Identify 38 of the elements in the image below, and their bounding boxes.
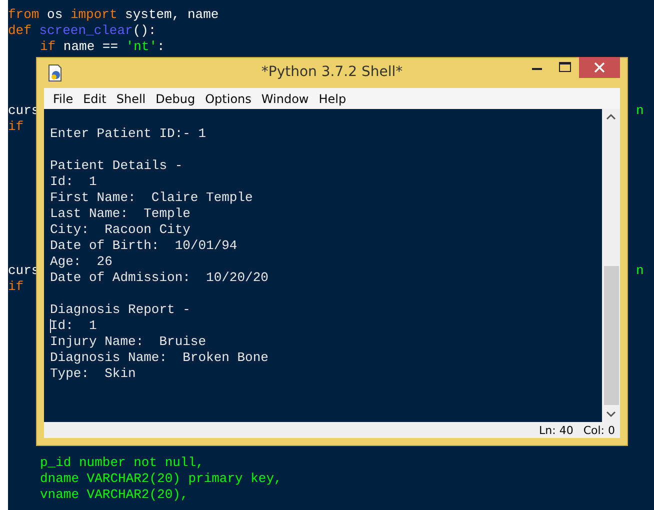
menu-item[interactable]: Help: [314, 89, 352, 108]
output-line: Patient Details -: [50, 158, 183, 174]
line-number: Ln: 40: [539, 424, 574, 436]
output-line: Id: 1: [50, 174, 97, 190]
code-line: def screen_clear():: [8, 23, 156, 39]
output-line: Last Name: Temple: [50, 206, 190, 222]
code-line: if: [8, 119, 24, 135]
code-line: p_id number not null,: [40, 455, 204, 471]
output-line: Id: 1: [50, 318, 97, 334]
column-number: Col: 0: [583, 424, 615, 436]
menu-item[interactable]: File: [48, 89, 78, 108]
window-title: *Python 3.7.2 Shell*: [261, 64, 403, 80]
output-line: First Name: Claire Temple: [50, 190, 253, 206]
code-line: from os import system, name: [8, 7, 219, 23]
code-line: if name == 'nt':: [40, 39, 165, 55]
code-line: vname VARCHAR2(20),: [40, 487, 188, 503]
code-line: dname VARCHAR2(20) primary key,: [40, 471, 282, 487]
menu-item[interactable]: Edit: [78, 89, 112, 108]
output-line: Age: 26: [50, 254, 112, 270]
menu-item[interactable]: Options: [200, 89, 256, 108]
output-line: Diagnosis Name: Broken Bone: [50, 350, 268, 366]
app-icon: [47, 64, 63, 82]
scroll-thumb[interactable]: [604, 266, 618, 405]
output-line: City: Racoon City: [50, 222, 190, 238]
output-line: Date of Admission: 10/20/20: [50, 270, 268, 286]
menu-item[interactable]: Window: [256, 89, 314, 108]
code-fragment: n: [636, 103, 644, 119]
menu-item[interactable]: Debug: [150, 89, 200, 108]
menu-item[interactable]: Shell: [111, 89, 151, 108]
output-line: Injury Name: Bruise: [50, 334, 206, 350]
output-line: Date of Birth: 10/01/94: [50, 238, 238, 254]
output-line: Enter Patient ID:- 1: [50, 126, 206, 142]
close-button[interactable]: [579, 57, 620, 78]
output-line: Type: Skin: [50, 366, 136, 382]
code-fragment: n: [636, 263, 644, 279]
code-line: if: [8, 279, 24, 295]
scrollbar[interactable]: [602, 109, 620, 422]
output-line: Diagnosis Report -: [50, 302, 190, 318]
